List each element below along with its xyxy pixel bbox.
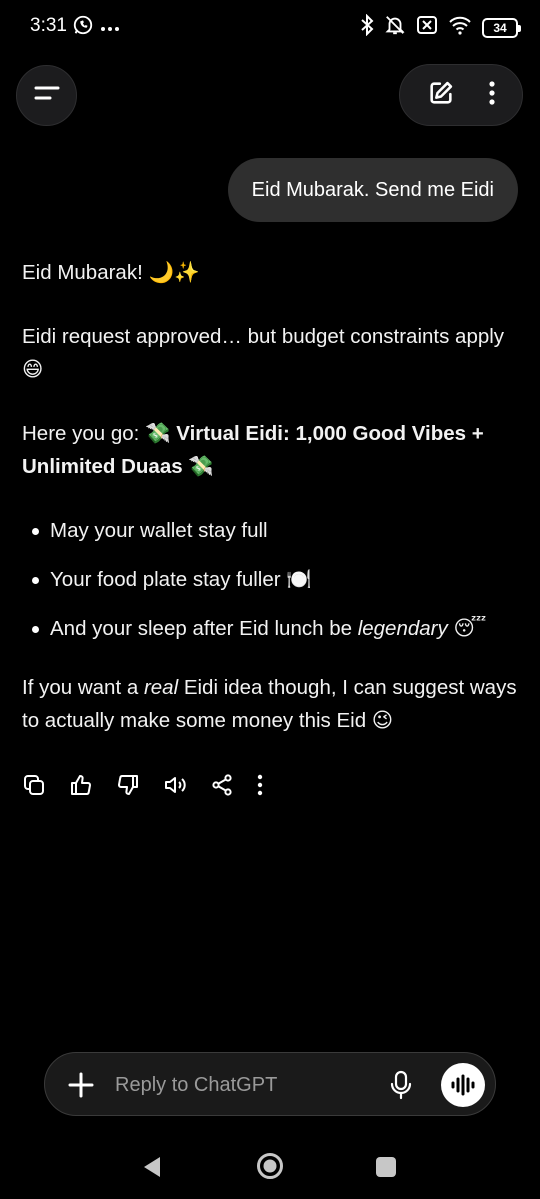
menu-icon [34,84,60,107]
list-item: May your wallet stay full [22,514,522,547]
good-response-button[interactable] [69,770,116,800]
header-actions [399,64,523,126]
home-button[interactable] [256,1152,284,1185]
assistant-bullet-list: May your wallet stay full Your food plat… [22,514,522,645]
more-options-button[interactable] [488,80,496,111]
more-vertical-icon [488,80,495,105]
edit-icon [429,81,452,104]
assistant-paragraph: Eidi request approved… but budget constr… [22,325,505,381]
dictate-button[interactable] [389,1070,413,1105]
user-message[interactable]: Eid Mubarak. Send me Eidi [227,158,518,222]
thumbs-up-icon [71,775,91,795]
assistant-paragraph: If you want a real Eidi idea though, I c… [22,676,517,732]
share-icon [212,774,232,796]
back-icon [144,1157,160,1177]
assistant-paragraph: Here you go: 💸 Virtual Eidi: 1,000 Good … [22,422,484,478]
back-button[interactable] [142,1155,162,1184]
battery-icon: 34 [482,17,521,38]
copy-icon [24,775,44,795]
assistant-message: Eid Mubarak! 🌙✨ Eidi request approved… b… [22,256,522,768]
read-aloud-icon [165,777,186,793]
plus-icon [68,1072,94,1098]
voice-mode-button[interactable] [441,1063,485,1107]
user-message-text: Eid Mubarak. Send me Eidi [251,178,494,201]
reply-input[interactable] [115,1069,365,1101]
status-time: 3:31 [30,15,67,36]
status-bar: 3:31 34 [0,0,540,54]
share-button[interactable] [210,770,257,800]
italic-text: real [143,676,179,699]
microphone-icon [390,1070,412,1100]
copy-button[interactable] [22,770,69,800]
more-notifications-icon [100,19,120,37]
message-actions [22,770,304,800]
system-navigation-bar [0,1140,540,1199]
sim-off-icon [416,15,438,40]
bluetooth-icon [360,13,374,41]
new-chat-button[interactable] [427,79,455,112]
recents-button[interactable] [376,1157,396,1177]
home-icon [257,1153,283,1179]
mute-icon [384,14,406,41]
voice-waveform-icon [451,1074,475,1096]
list-item: Your food plate stay fuller 🍽️ [22,563,522,596]
add-attachment-button[interactable] [67,1071,95,1104]
menu-button[interactable] [16,65,77,126]
bad-response-button[interactable] [116,770,163,800]
thumbs-down-icon [118,775,138,795]
assistant-greeting: Eid Mubarak! 🌙✨ [22,261,200,284]
italic-text: legendary [357,617,448,640]
read-aloud-button[interactable] [163,770,210,800]
wifi-icon [448,15,472,40]
list-item: And your sleep after Eid lunch be legend… [22,612,522,645]
whatsapp-icon [72,14,94,41]
composer [44,1052,496,1116]
more-vertical-icon [257,774,263,796]
more-actions-button[interactable] [257,770,304,800]
